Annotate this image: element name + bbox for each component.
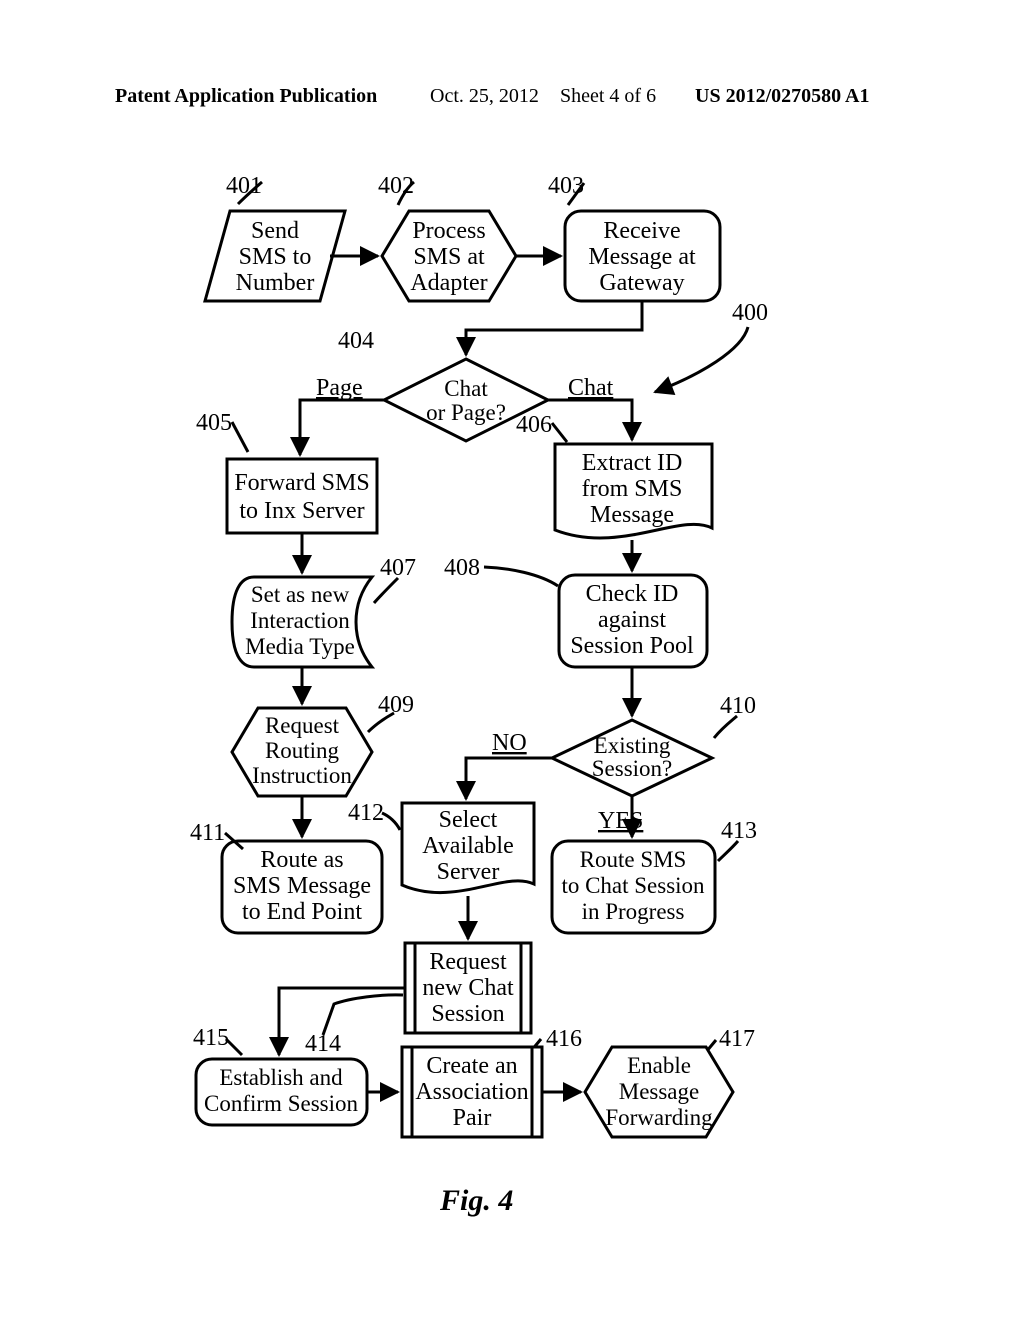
svg-text:Extract ID: Extract ID [582, 450, 683, 476]
label-yes: YES [598, 808, 643, 834]
svg-text:Route as: Route as [260, 847, 343, 873]
svg-text:Select: Select [439, 807, 498, 833]
ref-417: 417 [719, 1026, 755, 1052]
svg-text:Forwarding: Forwarding [605, 1105, 713, 1130]
svg-text:Message: Message [590, 502, 674, 528]
svg-text:Server: Server [437, 859, 500, 885]
svg-text:against: against [598, 607, 666, 633]
svg-text:Process: Process [412, 218, 485, 244]
svg-text:Message: Message [619, 1079, 699, 1104]
svg-text:Route SMS: Route SMS [580, 847, 687, 872]
svg-text:Chat: Chat [444, 376, 488, 401]
svg-text:in Progress: in Progress [582, 899, 685, 924]
ref-404: 404 [338, 328, 374, 354]
svg-text:Gateway: Gateway [599, 270, 684, 296]
arrow-414-415 [279, 988, 405, 1055]
svg-text:Receive: Receive [603, 218, 680, 244]
node-402-process-sms: Process SMS at Adapter [382, 211, 516, 301]
label-no: NO [492, 730, 527, 756]
svg-text:Check ID: Check ID [586, 581, 679, 607]
svg-text:Association: Association [415, 1079, 528, 1105]
node-406-extract-id: Extract ID from SMS Message [555, 444, 712, 538]
node-414-request-new-chat: Request new Chat Session [405, 943, 531, 1033]
svg-text:Request: Request [265, 713, 340, 738]
node-407-set-media-type: Set as new Interaction Media Type [232, 577, 372, 667]
arrow-403-404 [466, 301, 642, 355]
svg-text:Enable: Enable [627, 1053, 691, 1078]
ref-403: 403 [548, 173, 584, 199]
svg-text:Forward SMS: Forward SMS [234, 470, 369, 496]
svg-text:Instruction: Instruction [252, 763, 352, 788]
label-chat: Chat [568, 375, 614, 401]
node-417-enable-forwarding: Enable Message Forwarding [585, 1047, 733, 1137]
node-405-forward-inx: Forward SMS to Inx Server [227, 459, 377, 533]
svg-text:Confirm Session: Confirm Session [204, 1091, 358, 1116]
svg-text:to Chat Session: to Chat Session [561, 873, 705, 898]
ref-407: 407 [380, 555, 416, 581]
svg-text:Send: Send [251, 218, 299, 244]
svg-text:SMS Message: SMS Message [233, 873, 371, 899]
figure-caption: Fig. 4 [439, 1184, 513, 1217]
ref-400: 400 [732, 300, 768, 326]
ref-416: 416 [546, 1026, 582, 1052]
svg-text:to End Point: to End Point [242, 899, 362, 925]
svg-text:Session Pool: Session Pool [570, 633, 694, 659]
svg-text:Session: Session [431, 1001, 504, 1027]
svg-text:SMS at: SMS at [413, 244, 485, 270]
arrow-410-412 [466, 758, 552, 799]
svg-text:Media Type: Media Type [245, 634, 355, 659]
svg-text:Existing: Existing [594, 733, 671, 758]
node-410-existing-session: Existing Session? [552, 720, 712, 796]
node-408-check-id: Check ID against Session Pool [559, 575, 707, 667]
svg-text:from SMS: from SMS [582, 476, 683, 502]
svg-text:Number: Number [236, 270, 315, 296]
node-416-create-pair: Create an Association Pair [402, 1047, 542, 1137]
ref-405: 405 [196, 410, 232, 436]
svg-text:to Inx Server: to Inx Server [239, 498, 364, 524]
svg-text:or Page?: or Page? [426, 400, 506, 425]
node-411-route-endpoint: Route as SMS Message to End Point [222, 841, 382, 933]
arrow-404-405 [300, 400, 384, 455]
svg-text:Adapter: Adapter [410, 270, 487, 296]
svg-text:Set as new: Set as new [251, 582, 350, 607]
ref-413: 413 [721, 818, 757, 844]
svg-text:Request: Request [429, 949, 507, 975]
ref-410: 410 [720, 693, 756, 719]
node-413-route-chat-session: Route SMS to Chat Session in Progress [552, 841, 715, 933]
svg-text:SMS to: SMS to [239, 244, 312, 270]
svg-text:Routing: Routing [265, 738, 340, 763]
svg-text:Interaction: Interaction [250, 608, 350, 633]
svg-text:Create an: Create an [426, 1053, 517, 1079]
svg-text:Pair: Pair [453, 1105, 492, 1131]
svg-text:Available: Available [422, 833, 514, 859]
label-page: Page [316, 375, 363, 401]
ref-408: 408 [444, 555, 480, 581]
ref-412: 412 [348, 800, 384, 826]
svg-text:Session?: Session? [592, 756, 673, 781]
node-412-select-server: Select Available Server [402, 803, 534, 893]
svg-text:new Chat: new Chat [422, 975, 514, 1001]
ref-415: 415 [193, 1025, 229, 1051]
ref-411: 411 [190, 820, 225, 846]
node-415-establish-confirm: Establish and Confirm Session [196, 1059, 367, 1125]
ref-409: 409 [378, 692, 414, 718]
svg-text:Establish and: Establish and [219, 1065, 343, 1090]
svg-text:Message at: Message at [588, 244, 696, 270]
node-401-send-sms: Send SMS to Number [205, 211, 345, 301]
node-409-request-routing: Request Routing Instruction [232, 708, 372, 796]
node-403-receive-gateway: Receive Message at Gateway [565, 211, 720, 301]
ref-406: 406 [516, 412, 552, 438]
